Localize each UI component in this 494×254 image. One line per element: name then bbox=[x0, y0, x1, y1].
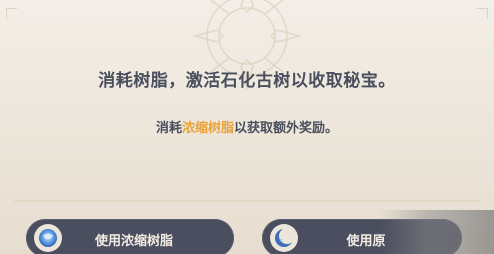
divider bbox=[14, 200, 480, 202]
frame-corner-right bbox=[477, 8, 488, 19]
sub-message-prefix: 消耗 bbox=[155, 121, 182, 136]
sub-message: 消耗浓缩树脂以获取额外奖励。 bbox=[0, 117, 494, 136]
use-condensed-resin-button[interactable]: 使用浓缩树脂 bbox=[26, 219, 234, 254]
frame-corner-left bbox=[6, 8, 17, 19]
sub-message-suffix: 以获取额外奖励。 bbox=[234, 121, 339, 136]
use-condensed-resin-label: 使用浓缩树脂 bbox=[94, 234, 173, 249]
watermark-overlay bbox=[380, 210, 494, 254]
main-message: 消耗树脂，激活石化古树以收取秘宝。 bbox=[98, 71, 396, 91]
sub-message-highlight: 浓缩树脂 bbox=[181, 121, 234, 136]
